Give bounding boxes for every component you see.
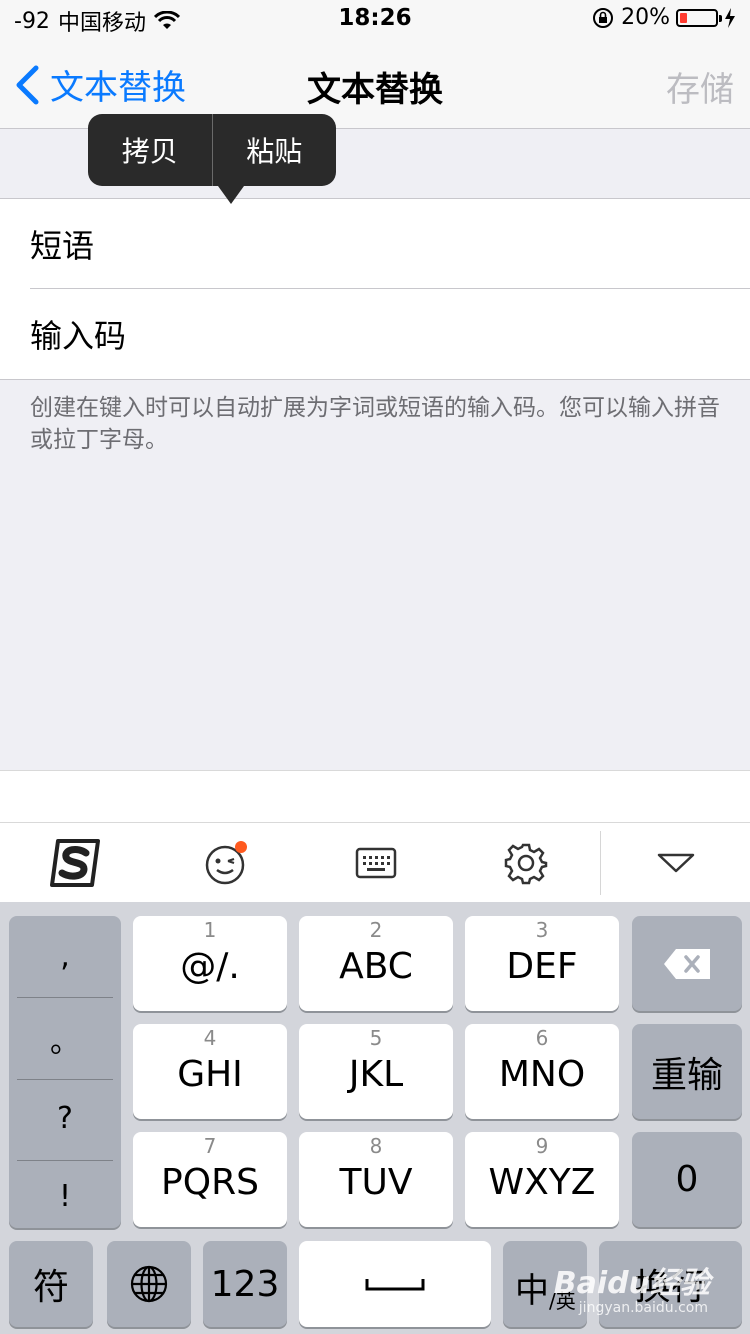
zero-key[interactable]: 0 <box>632 1132 742 1227</box>
popup-arrow <box>218 186 244 204</box>
key-9[interactable]: 9 WXYZ <box>465 1132 619 1227</box>
key-5[interactable]: 5 JKL <box>299 1024 453 1119</box>
punct-comma-key[interactable]: , <box>17 916 113 997</box>
punct-question-key[interactable]: ? <box>17 1078 113 1159</box>
shortcut-field-label: 输入码 <box>30 316 127 355</box>
charging-bolt-icon <box>725 7 735 28</box>
edit-popup-menu: 拷贝 粘贴 <box>88 114 336 186</box>
key-1[interactable]: 1 @/. <box>133 916 287 1011</box>
watermark-url: jingyan.baidu.com <box>578 1300 708 1316</box>
key-label: GHI <box>177 1054 243 1095</box>
punct-exclaim-key[interactable]: ! <box>17 1156 113 1237</box>
reenter-key[interactable]: 重输 <box>632 1024 742 1119</box>
key-4[interactable]: 4 GHI <box>133 1024 287 1119</box>
shortcut-field[interactable]: 输入码 <box>30 289 750 378</box>
punctuation-column: , 。 ? ! <box>9 916 121 1228</box>
key-number: 3 <box>535 918 549 942</box>
key-number: 2 <box>369 918 383 942</box>
settings-gear-icon[interactable] <box>496 833 556 893</box>
copy-button[interactable]: 拷贝 <box>88 114 212 186</box>
key-label: PQRS <box>161 1162 259 1203</box>
form-hint-text: 创建在键入时可以自动扩展为字词或短语的输入码。您可以输入拼音或拉丁字母。 <box>30 395 720 453</box>
key-label: TUV <box>339 1162 413 1203</box>
battery-percent: 20% <box>621 5 670 30</box>
symbols-key[interactable]: 符 <box>9 1241 93 1327</box>
orientation-lock-icon <box>593 7 614 28</box>
key-label: DEF <box>506 946 578 987</box>
key-label: MNO <box>498 1054 586 1095</box>
key-3[interactable]: 3 DEF <box>465 916 619 1011</box>
key-number: 1 <box>203 918 217 942</box>
candidate-strip <box>0 770 750 823</box>
replacement-form: 短语 输入码 <box>0 198 750 380</box>
keyboard-icon[interactable] <box>346 833 406 893</box>
keyboard-toolbar <box>0 822 750 904</box>
language-label: 中 <box>515 1271 549 1311</box>
punct-period-key[interactable]: 。 <box>17 998 113 1079</box>
status-right: 20% <box>591 5 736 30</box>
key-label: @/. <box>180 946 240 987</box>
status-bar: -92 中国移动 18:26 20% <box>0 0 750 40</box>
numbers-key[interactable]: 123 <box>203 1241 287 1327</box>
save-button[interactable]: 存储 <box>666 62 734 111</box>
key-label: ABC <box>339 946 413 987</box>
toolbar-divider <box>600 831 601 895</box>
phrase-field[interactable]: 短语 <box>30 199 750 289</box>
key-number: 8 <box>369 1134 383 1158</box>
paste-button[interactable]: 粘贴 <box>213 114 337 186</box>
key-7[interactable]: 7 PQRS <box>133 1132 287 1227</box>
space-bar-icon <box>365 1279 425 1291</box>
key-number: 5 <box>369 1026 383 1050</box>
phrase-field-label: 短语 <box>30 226 95 265</box>
key-2[interactable]: 2 ABC <box>299 916 453 1011</box>
key-8[interactable]: 8 TUV <box>299 1132 453 1227</box>
hide-keyboard-icon[interactable] <box>646 833 706 893</box>
watermark-brand: Baidu经验 <box>553 1266 710 1301</box>
space-key[interactable] <box>299 1241 491 1327</box>
page-title: 文本替换 <box>307 70 443 110</box>
key-number: 4 <box>203 1026 217 1050</box>
globe-icon <box>130 1265 168 1303</box>
globe-key[interactable] <box>107 1241 191 1327</box>
key-number: 7 <box>203 1134 217 1158</box>
sogou-logo-icon[interactable] <box>46 833 106 893</box>
emoji-icon[interactable] <box>196 833 256 893</box>
key-label: JKL <box>348 1054 404 1095</box>
key-label: WXYZ <box>488 1162 596 1203</box>
battery-icon <box>676 8 722 27</box>
battery-level <box>680 12 687 23</box>
key-6[interactable]: 6 MNO <box>465 1024 619 1119</box>
key-number: 9 <box>535 1134 549 1158</box>
backspace-icon <box>664 948 710 979</box>
key-number: 6 <box>535 1026 549 1050</box>
delete-key[interactable] <box>632 916 742 1011</box>
